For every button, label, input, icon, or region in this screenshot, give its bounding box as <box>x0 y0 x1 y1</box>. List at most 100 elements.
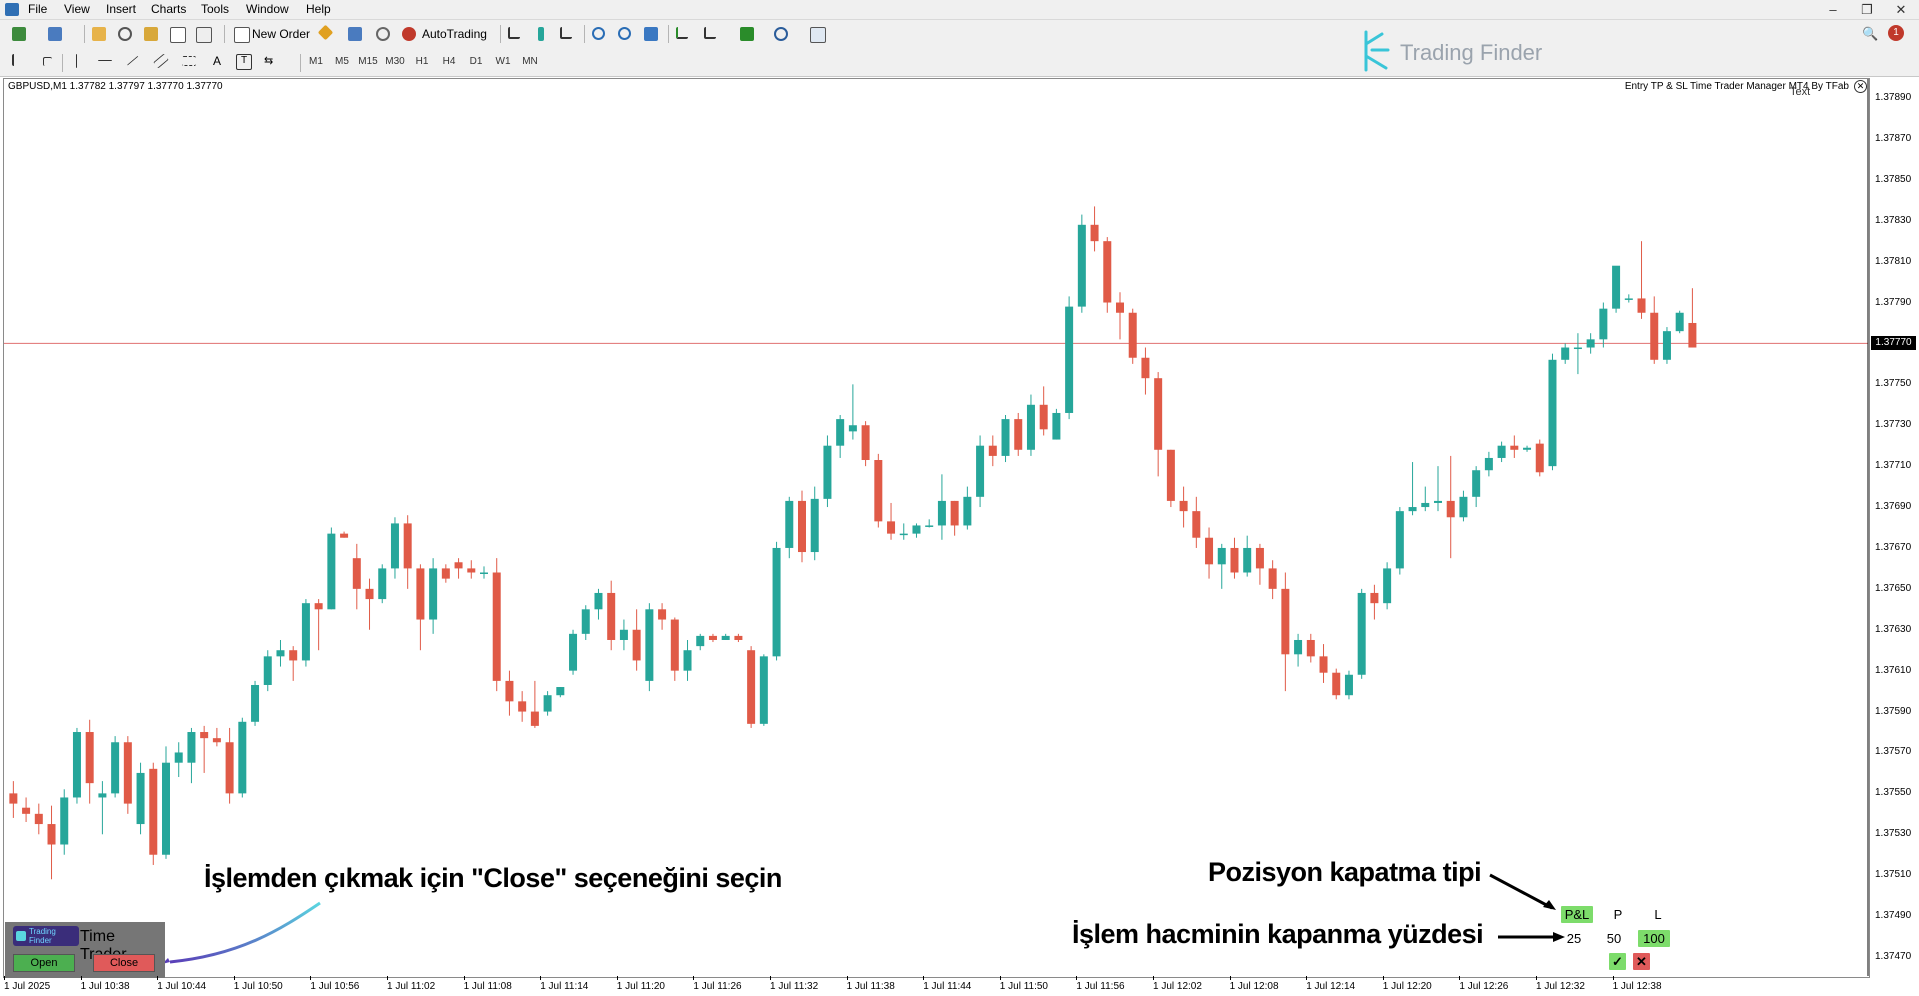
tf-mn[interactable]: MN <box>518 52 542 72</box>
candle <box>1103 237 1112 313</box>
tf-d1[interactable]: D1 <box>464 52 488 72</box>
new-order-icon[interactable] <box>230 23 252 45</box>
time-tick-label: 1 Jul 12:14 <box>1306 981 1356 992</box>
pl-value-100[interactable]: 100 <box>1638 930 1670 947</box>
cancel-x-icon[interactable]: ✕ <box>1633 953 1650 970</box>
close-icon[interactable]: ✕ <box>1884 0 1918 19</box>
candle <box>963 486 972 530</box>
navigator-icon[interactable] <box>114 23 136 45</box>
candle-body <box>594 592 603 610</box>
candle-body <box>530 711 539 726</box>
data-window-icon[interactable] <box>140 23 162 45</box>
new-chart-icon[interactable] <box>8 23 30 45</box>
menu-help[interactable]: Help <box>306 2 331 16</box>
pl-value-25[interactable]: 25 <box>1562 930 1586 947</box>
indicator-close-icon[interactable]: ✕ <box>1854 80 1867 93</box>
candle <box>1116 292 1124 340</box>
cursor-icon[interactable] <box>8 50 30 72</box>
new-order-button[interactable]: New Order <box>252 23 310 45</box>
candle-body <box>1662 331 1671 360</box>
candle <box>530 680 539 728</box>
horizontal-line-icon[interactable] <box>94 50 116 72</box>
candle <box>314 599 323 651</box>
strategy-tester-icon[interactable] <box>192 23 214 45</box>
menu-tools[interactable]: Tools <box>201 2 229 16</box>
candle-body <box>441 568 450 579</box>
tf-m1[interactable]: M1 <box>304 52 328 72</box>
time-tick-label: 1 Jul 11:44 <box>923 981 972 992</box>
market-icon[interactable] <box>372 23 394 45</box>
terminal-icon[interactable] <box>166 23 188 45</box>
time-tick-label: 1 Jul 12:32 <box>1536 981 1585 992</box>
p-header[interactable]: P <box>1608 906 1628 923</box>
search-icon[interactable]: 🔍 <box>1862 26 1878 42</box>
candle-body <box>683 650 692 671</box>
candle-body <box>759 656 768 724</box>
tf-h1[interactable]: H1 <box>410 52 434 72</box>
menu-window[interactable]: Window <box>246 2 289 16</box>
indicators-icon[interactable] <box>736 23 758 45</box>
templates-icon[interactable] <box>806 23 828 45</box>
candle <box>263 650 272 692</box>
candle <box>734 633 743 643</box>
candle <box>1624 294 1633 303</box>
signals-icon[interactable] <box>344 23 366 45</box>
fibonacci-icon[interactable] <box>178 50 200 72</box>
vertical-line-icon[interactable] <box>66 50 88 72</box>
candle <box>632 609 641 671</box>
text-label-icon[interactable]: T <box>232 50 254 72</box>
minimize-icon[interactable]: – <box>1816 0 1850 19</box>
tf-w1[interactable]: W1 <box>491 52 515 72</box>
restore-icon[interactable]: ❐ <box>1850 0 1884 19</box>
text-tool-icon[interactable]: A <box>206 50 228 72</box>
candlestick-icon[interactable] <box>530 23 552 45</box>
line-chart-icon[interactable] <box>556 23 578 45</box>
candle <box>1319 644 1328 683</box>
candle-body <box>1103 241 1112 303</box>
menu-charts[interactable]: Charts <box>151 2 186 16</box>
text-object-label[interactable]: Text <box>1790 86 1810 98</box>
autotrading-icon[interactable] <box>398 23 420 45</box>
time-tick-mark <box>923 976 925 980</box>
time-tick-mark <box>80 976 82 980</box>
candle <box>772 541 781 661</box>
tile-windows-icon[interactable] <box>640 23 662 45</box>
periods-icon[interactable] <box>770 23 792 45</box>
confirm-check-icon[interactable]: ✓ <box>1609 953 1626 970</box>
tf-h4[interactable]: H4 <box>437 52 461 72</box>
zoom-out-icon[interactable] <box>614 23 636 45</box>
zoom-in-icon[interactable] <box>588 23 610 45</box>
candle <box>187 727 196 784</box>
price-chart[interactable] <box>3 78 1869 978</box>
open-button[interactable]: Open <box>13 954 75 972</box>
autotrading-button[interactable]: AutoTrading <box>422 23 487 45</box>
tf-m30[interactable]: M30 <box>383 52 407 72</box>
crosshair-icon[interactable] <box>36 50 58 72</box>
market-watch-icon[interactable] <box>88 23 110 45</box>
profiles-icon[interactable] <box>44 23 66 45</box>
menu-view[interactable]: View <box>64 2 90 16</box>
bar-chart-icon[interactable] <box>504 23 526 45</box>
time-tick-mark <box>1229 976 1231 980</box>
candle <box>1446 455 1455 559</box>
tf-m15[interactable]: M15 <box>356 52 380 72</box>
pl-value-50[interactable]: 50 <box>1602 930 1626 947</box>
close-button[interactable]: Close <box>93 954 155 972</box>
auto-scroll-icon[interactable] <box>700 23 722 45</box>
metaeditor-icon[interactable] <box>316 23 338 45</box>
equidistant-channel-icon[interactable] <box>150 50 172 72</box>
chart-shift-icon[interactable] <box>672 23 694 45</box>
menu-file[interactable]: File <box>28 2 47 16</box>
notification-badge[interactable]: 1 <box>1888 25 1904 41</box>
candle-body <box>1001 419 1010 456</box>
tf-m5[interactable]: M5 <box>330 52 354 72</box>
menu-insert[interactable]: Insert <box>106 2 136 16</box>
trendline-icon[interactable] <box>122 50 144 72</box>
candle <box>607 580 616 651</box>
candle-body <box>212 738 221 743</box>
candle <box>619 619 628 651</box>
pl-header[interactable]: P&L <box>1561 906 1593 923</box>
candle-body <box>378 568 387 600</box>
arrows-icon[interactable]: ⇆ <box>260 50 282 72</box>
l-header[interactable]: L <box>1648 906 1668 923</box>
